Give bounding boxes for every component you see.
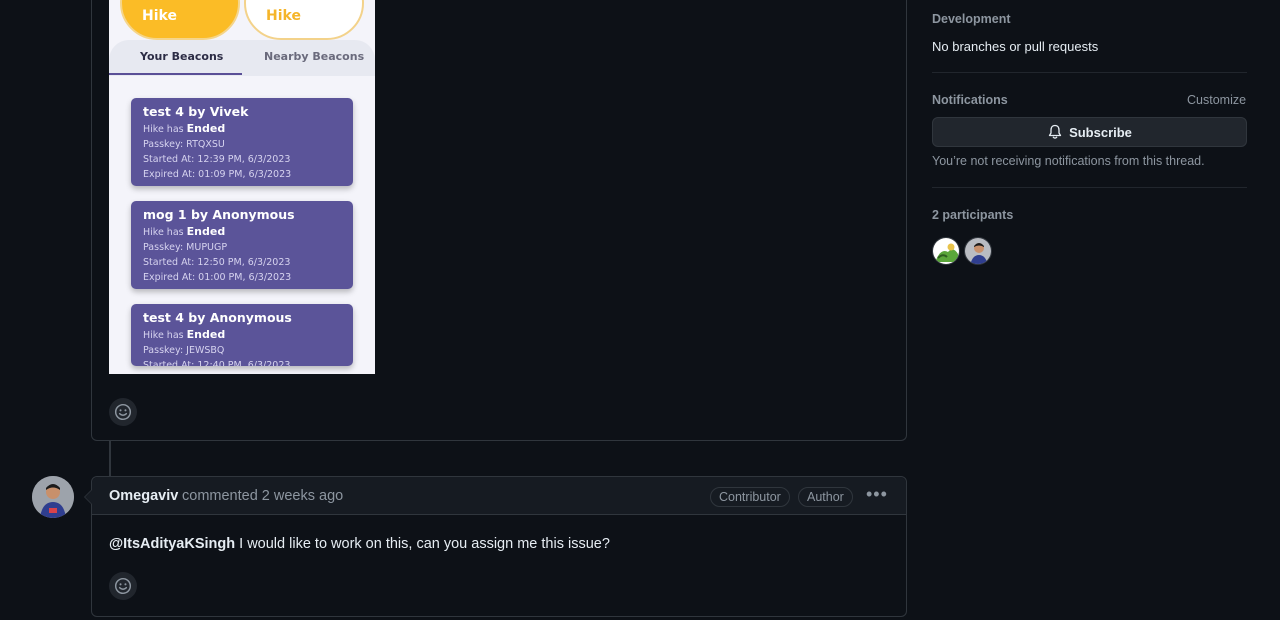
beacon-started: Started At: 12:39 PM, 6/3/2023 bbox=[143, 154, 291, 165]
attached-phone-screenshot: Hike Hike Your Beacons Nearby Beacons te… bbox=[109, 0, 375, 374]
comment-arrow bbox=[84, 489, 92, 505]
comment-text: I would like to work on this, can you as… bbox=[235, 536, 610, 552]
notifications-heading: Notifications bbox=[932, 93, 1008, 107]
beacon-expired: Expired At: 01:09 PM, 6/3/2023 bbox=[143, 169, 292, 180]
beacon-title: test 4 by Vivek bbox=[143, 104, 249, 119]
subscribe-button[interactable]: Subscribe bbox=[932, 117, 1247, 147]
user-mention-link[interactable]: @ItsAdityaKSingh bbox=[109, 536, 235, 552]
beacon-started: Started At: 12:50 PM, 6/3/2023 bbox=[143, 257, 291, 268]
author-badge: Author bbox=[798, 487, 853, 507]
beacon-title: test 4 by Anonymous bbox=[143, 310, 292, 325]
beacon-status-prefix: Hike has bbox=[143, 227, 184, 238]
development-text: No branches or pull requests bbox=[932, 39, 1099, 54]
customize-link[interactable]: Customize bbox=[1187, 93, 1246, 107]
participant-avatar-icon bbox=[933, 238, 959, 264]
add-reaction-button[interactable] bbox=[109, 572, 137, 600]
beacon-status-prefix: Hike has bbox=[143, 124, 184, 135]
person-avatar-icon bbox=[32, 476, 74, 518]
participant-avatar[interactable] bbox=[964, 237, 992, 265]
comment-timestamp[interactable]: commented 2 weeks ago bbox=[182, 488, 343, 504]
hike-pill-left: Hike bbox=[120, 0, 240, 40]
beacon-status-value: Ended bbox=[186, 225, 226, 238]
development-heading[interactable]: Development bbox=[932, 12, 1011, 26]
beacon-expired: Expired At: 01:00 PM, 6/3/2023 bbox=[143, 272, 292, 283]
notifications-note: You’re not receiving notifications from … bbox=[932, 154, 1205, 168]
tab-your-beacons: Your Beacons bbox=[140, 50, 224, 63]
comment-body: @ItsAdityaKSingh I would like to work on… bbox=[109, 536, 610, 552]
smiley-icon bbox=[114, 403, 132, 421]
beacon-status-value: Ended bbox=[186, 328, 226, 341]
add-reaction-button[interactable] bbox=[109, 398, 137, 426]
sidebar-divider bbox=[932, 72, 1247, 73]
participant-avatar[interactable] bbox=[932, 237, 960, 265]
subscribe-label: Subscribe bbox=[1069, 124, 1132, 140]
smiley-icon bbox=[114, 577, 132, 595]
tab-nearby-beacons: Nearby Beacons bbox=[264, 50, 365, 63]
comment-header: Omegaviv commented 2 weeks ago Contribut… bbox=[84, 477, 906, 515]
beacon-card: mog 1 by Anonymous Hike has Ended Passke… bbox=[131, 201, 353, 289]
comment-box: Omegaviv commented 2 weeks ago Contribut… bbox=[84, 476, 907, 617]
beacon-status: Hike has Ended bbox=[143, 327, 341, 343]
beacon-passkey: Passkey: MUPUGP bbox=[143, 242, 228, 253]
avatar[interactable] bbox=[32, 476, 74, 518]
beacon-passkey: Passkey: RTQXSU bbox=[143, 139, 225, 150]
timeline-connector bbox=[109, 441, 111, 476]
participants-heading: 2 participants bbox=[932, 208, 1014, 222]
beacon-status: Hike has Ended bbox=[143, 121, 341, 137]
more-options-button[interactable]: ••• bbox=[866, 485, 888, 503]
bell-icon bbox=[1048, 124, 1062, 139]
beacon-passkey: Passkey: JEWSBQ bbox=[143, 345, 225, 356]
beacon-status-value: Ended bbox=[186, 122, 226, 135]
beacon-card: test 4 by Anonymous Hike has Ended Passk… bbox=[131, 304, 353, 366]
sidebar-divider bbox=[932, 187, 1247, 188]
beacon-status: Hike has Ended bbox=[143, 224, 341, 240]
contributor-badge: Contributor bbox=[710, 487, 790, 507]
tab-underline bbox=[109, 73, 242, 75]
hike-pill-right: Hike bbox=[244, 0, 364, 40]
comment-author-link[interactable]: Omegaviv bbox=[109, 488, 178, 504]
beacon-title: mog 1 by Anonymous bbox=[143, 207, 295, 222]
participant-avatar-icon bbox=[965, 238, 991, 264]
beacon-started: Started At: 12:40 PM, 6/3/2023 bbox=[143, 360, 291, 366]
beacon-status-prefix: Hike has bbox=[143, 330, 184, 341]
beacon-card: test 4 by Vivek Hike has Ended Passkey: … bbox=[131, 98, 353, 186]
